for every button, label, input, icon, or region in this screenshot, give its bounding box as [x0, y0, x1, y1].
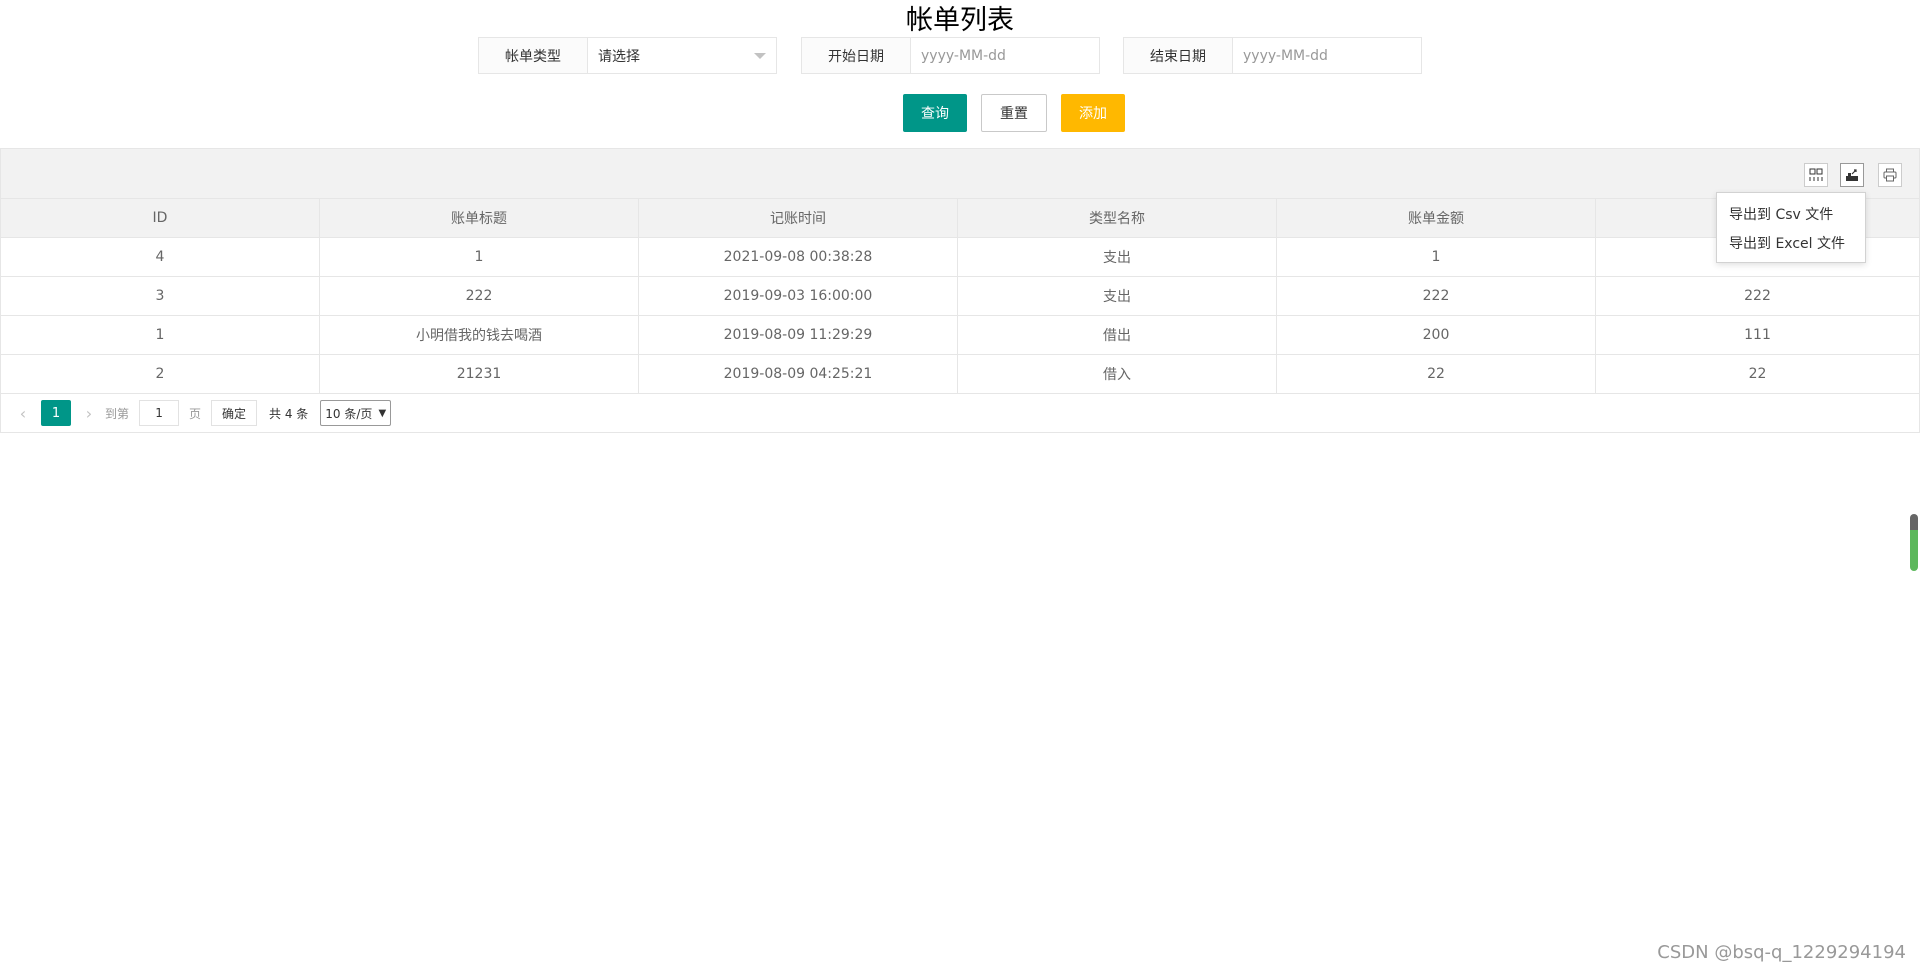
columns-icon — [1809, 168, 1823, 181]
end-date-label: 结束日期 — [1124, 38, 1233, 73]
cell-type: 支出 — [958, 277, 1277, 315]
header-time[interactable]: 记账时间 — [639, 199, 958, 237]
header-title[interactable]: 账单标题 — [320, 199, 639, 237]
pagination: ‹ 1 › 到第 1 页 确定 共 4 条 10 条/页 ▼ — [1, 394, 1919, 432]
watermark: CSDN @bsq-q_1229294194 — [1657, 942, 1906, 963]
table-row[interactable]: 4 1 2021-09-08 00:38:28 支出 1 — [1, 238, 1919, 277]
chevron-down-icon: ▼ — [378, 407, 387, 419]
cell-amount: 22 — [1277, 355, 1596, 393]
export-icon — [1846, 169, 1858, 181]
header-type[interactable]: 类型名称 — [958, 199, 1277, 237]
cell-title: 21231 — [320, 355, 639, 393]
print-icon — [1883, 168, 1897, 182]
start-date-filter[interactable]: 开始日期 yyyy-MM-dd — [801, 37, 1100, 74]
cell-title: 小明借我的钱去喝酒 — [320, 316, 639, 354]
cell-id: 1 — [1, 316, 320, 354]
cell-extra: 22 — [1748, 366, 1767, 382]
end-date-input[interactable]: yyyy-MM-dd — [1233, 38, 1421, 73]
start-date-label: 开始日期 — [802, 38, 911, 73]
chevron-down-icon — [754, 53, 766, 59]
table-toolbar — [1, 149, 1919, 199]
cell-id: 2 — [1, 355, 320, 393]
cell-amount: 200 — [1277, 316, 1596, 354]
page-current[interactable]: 1 — [41, 400, 71, 426]
page-root: 帐单列表 帐单类型 请选择 开始日期 yyyy-MM-dd 结束日期 yyyy-… — [0, 0, 1920, 969]
cell-type: 支出 — [958, 238, 1277, 276]
bill-type-label: 帐单类型 — [479, 38, 588, 73]
cell-extra: 111 — [1744, 327, 1771, 343]
export-csv-item[interactable]: 导出到 Csv 文件 — [1717, 199, 1865, 228]
export-excel-item[interactable]: 导出到 Excel 文件 — [1717, 228, 1865, 257]
query-button[interactable]: 查询 — [903, 94, 967, 132]
goto-page-input[interactable]: 1 — [139, 400, 180, 426]
table-header-row: ID 账单标题 记账时间 类型名称 账单金额 — [1, 199, 1919, 238]
cell-type: 借入 — [958, 355, 1277, 393]
export-menu: 导出到 Csv 文件 导出到 Excel 文件 — [1716, 192, 1866, 263]
end-date-filter[interactable]: 结束日期 yyyy-MM-dd — [1123, 37, 1422, 74]
print-button[interactable] — [1878, 163, 1902, 187]
goto-label: 到第 — [105, 406, 130, 421]
reset-button[interactable]: 重置 — [981, 94, 1047, 132]
bill-table: ID 账单标题 记账时间 类型名称 账单金额 4 1 2021-09-08 00… — [0, 148, 1920, 433]
bill-type-select[interactable]: 请选择 — [588, 38, 776, 73]
cell-id: 3 — [1, 277, 320, 315]
page-title: 帐单列表 — [906, 5, 1014, 36]
cell-amount: 1 — [1277, 238, 1596, 276]
export-button[interactable] — [1840, 163, 1864, 187]
prev-page-icon[interactable]: ‹ — [13, 404, 33, 423]
cell-type: 借出 — [958, 316, 1277, 354]
cell-id: 4 — [1, 238, 320, 276]
cell-time: 2019-08-09 11:29:29 — [639, 316, 958, 354]
bill-type-filter[interactable]: 帐单类型 请选择 — [478, 37, 777, 74]
table-row[interactable]: 2 21231 2019-08-09 04:25:21 借入 22 22 — [1, 355, 1919, 394]
next-page-icon[interactable]: › — [79, 404, 99, 423]
total-count: 共 4 条 — [269, 406, 309, 421]
table-row[interactable]: 3 222 2019-09-03 16:00:00 支出 222 222 — [1, 277, 1919, 316]
cell-title: 222 — [320, 277, 639, 315]
goto-confirm-button[interactable]: 确定 — [211, 400, 258, 426]
page-size-value: 10 条/页 — [325, 406, 373, 421]
table-row[interactable]: 1 小明借我的钱去喝酒 2019-08-09 11:29:29 借出 200 1… — [1, 316, 1919, 355]
page-size-select[interactable]: 10 条/页 ▼ — [320, 400, 392, 426]
cell-amount: 222 — [1277, 277, 1596, 315]
start-date-input[interactable]: yyyy-MM-dd — [911, 38, 1099, 73]
bill-type-value: 请选择 — [598, 48, 640, 65]
table-grid: ID 账单标题 记账时间 类型名称 账单金额 4 1 2021-09-08 00… — [1, 199, 1919, 394]
header-amount[interactable]: 账单金额 — [1277, 199, 1596, 237]
page-unit: 页 — [189, 406, 202, 421]
cell-time: 2019-09-03 16:00:00 — [639, 277, 958, 315]
cell-time: 2021-09-08 00:38:28 — [639, 238, 958, 276]
columns-button[interactable] — [1804, 163, 1828, 187]
cell-extra: 222 — [1744, 288, 1771, 304]
cell-time: 2019-08-09 04:25:21 — [639, 355, 958, 393]
scroll-indicator[interactable] — [1910, 514, 1918, 571]
header-id[interactable]: ID — [1, 199, 320, 237]
add-button[interactable]: 添加 — [1061, 94, 1125, 132]
cell-title: 1 — [320, 238, 639, 276]
